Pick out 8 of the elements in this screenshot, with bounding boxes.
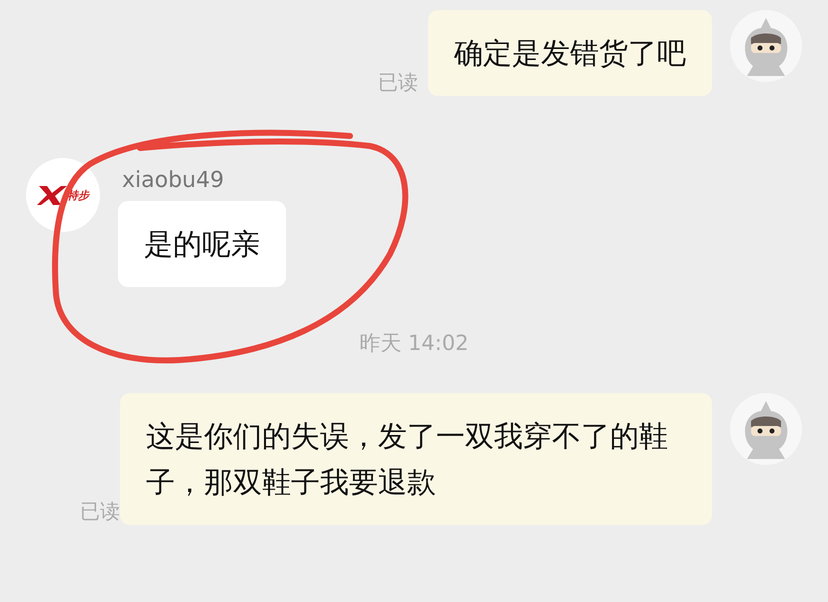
message-bubble: 这是你们的失误，发了一双我穿不了的鞋子，那双鞋子我要退款 [120, 393, 712, 525]
read-status: 已读 [80, 498, 120, 525]
timestamp: 昨天 14:02 [359, 330, 469, 357]
sender-name: xiaobu49 [121, 168, 225, 193]
read-status: 已读 [378, 69, 418, 96]
message-bubble: 是的呢亲 [118, 201, 286, 287]
message-bubble: 确定是发错货了吧 [428, 10, 712, 96]
x-logo-icon [37, 184, 67, 206]
